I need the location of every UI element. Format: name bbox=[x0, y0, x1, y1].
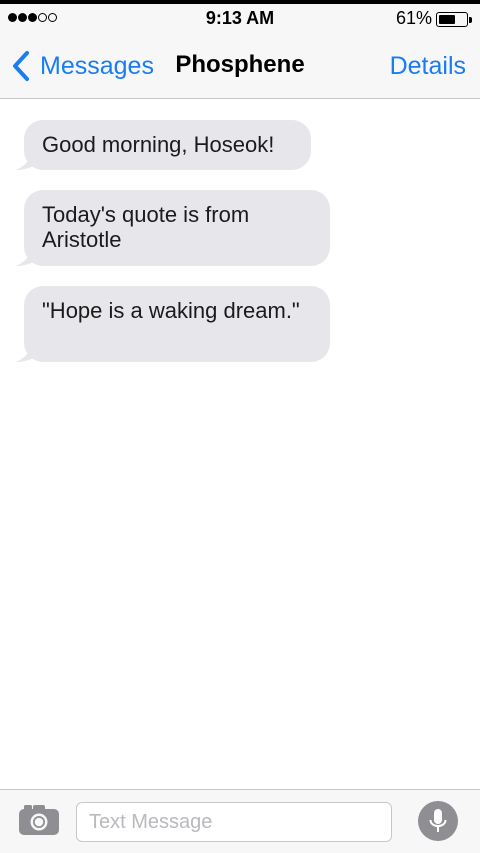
battery-percent: 61% bbox=[396, 8, 433, 28]
message-bubble[interactable]: "Hope is a waking dream." bbox=[15, 286, 330, 362]
message-bubble[interactable]: Today's quote is from Aristotle bbox=[15, 190, 330, 266]
microphone-button[interactable] bbox=[418, 801, 458, 841]
message-text: Good morning, Hoseok! bbox=[42, 132, 275, 157]
bubble-tail bbox=[15, 340, 39, 362]
battery-nub bbox=[469, 17, 472, 23]
camera-icon[interactable] bbox=[18, 802, 60, 836]
details-button[interactable]: Details bbox=[390, 52, 466, 81]
battery-icon bbox=[436, 12, 472, 27]
bubble-tail bbox=[15, 244, 39, 266]
message-thread[interactable]: Good morning, Hoseok! Today's quote is f… bbox=[0, 99, 480, 789]
navigation-bar: Messages Phosphene Details bbox=[0, 34, 480, 99]
bubble-tail bbox=[15, 148, 39, 170]
messages-screen: 9:13 AM 61% Messages Phosphene Details G… bbox=[0, 0, 480, 853]
message-input-bar bbox=[0, 789, 480, 853]
status-bar: 9:13 AM 61% bbox=[0, 4, 480, 34]
microphone-icon bbox=[429, 809, 447, 832]
message-bubble[interactable]: Good morning, Hoseok! bbox=[15, 120, 311, 170]
text-message-field[interactable] bbox=[76, 802, 392, 842]
battery-fill bbox=[439, 15, 455, 24]
message-text: "Hope is a waking dream." bbox=[42, 298, 300, 323]
battery-body bbox=[436, 12, 468, 27]
message-text: Today's quote is from Aristotle bbox=[42, 202, 250, 252]
